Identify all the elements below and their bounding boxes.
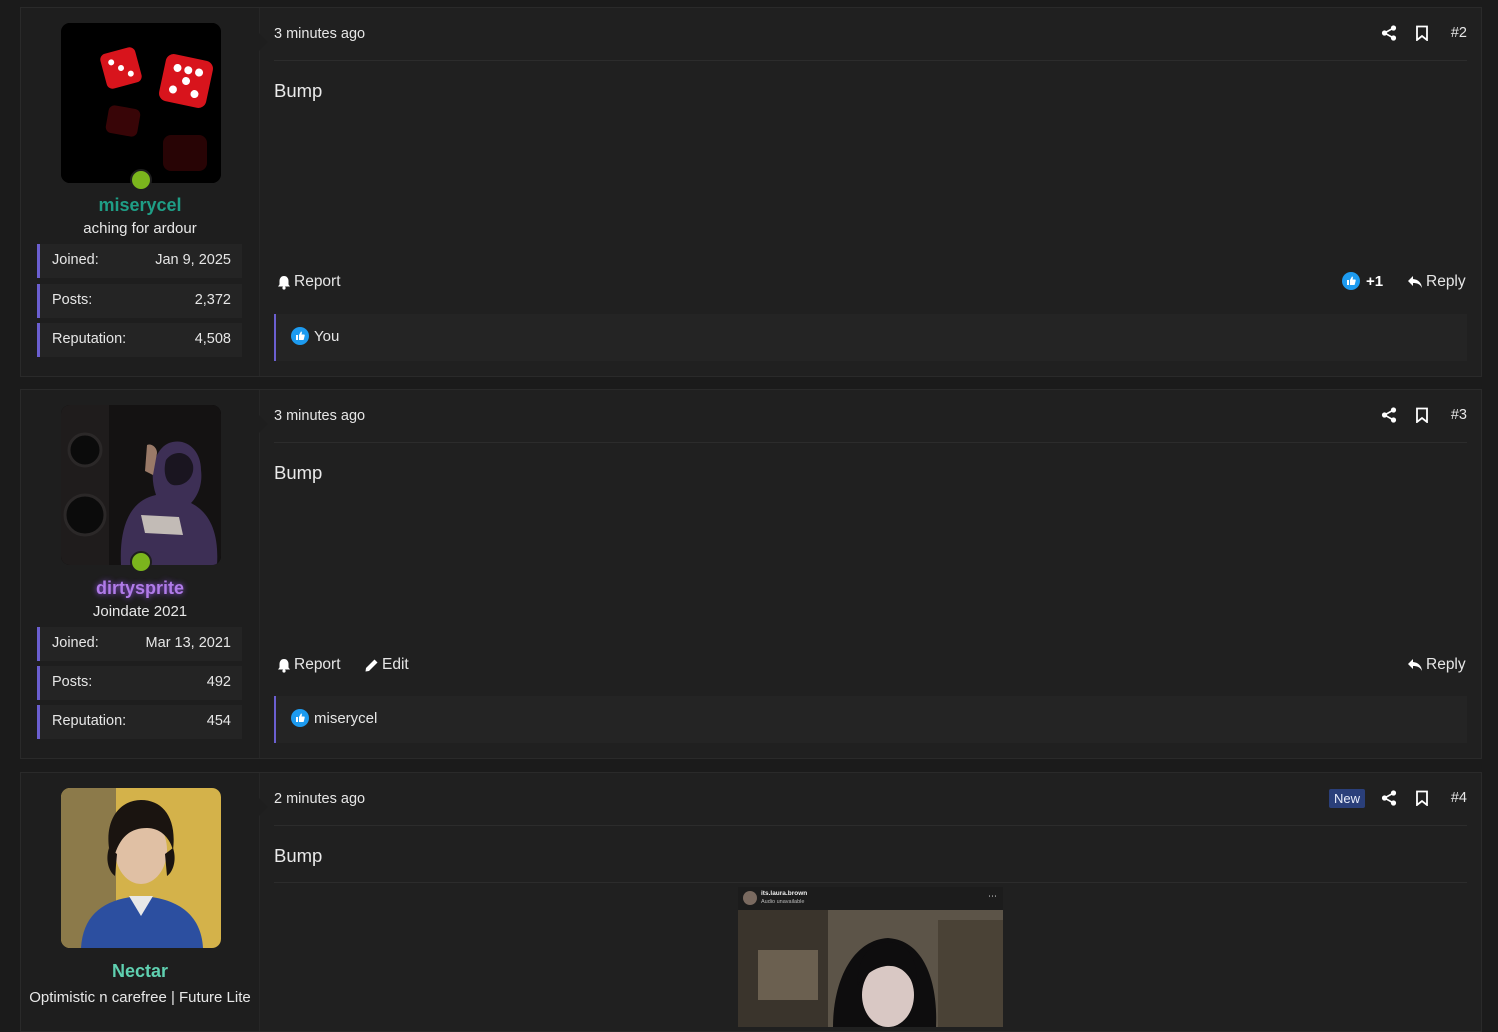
online-status-indicator bbox=[130, 551, 152, 573]
user-column: miserycel aching for ardour Joined: Jan … bbox=[21, 8, 268, 376]
stat-posts: Posts: 492 bbox=[37, 666, 242, 700]
reaction-count: +1 bbox=[1366, 272, 1384, 290]
image-photo bbox=[738, 910, 1003, 1027]
stat-joined: Joined: Jan 9, 2025 bbox=[37, 244, 242, 278]
likes-by-text[interactable]: You bbox=[314, 328, 339, 345]
reply-button[interactable]: Reply bbox=[1407, 656, 1466, 674]
post-number[interactable]: #4 bbox=[1451, 790, 1467, 806]
stat-label: Reputation: bbox=[52, 331, 127, 347]
image-subtitle: Audio unavailable bbox=[761, 899, 805, 905]
user-column: dirtysprite Joindate 2021 Joined: Mar 13… bbox=[21, 390, 268, 758]
post-2: miserycel aching for ardour Joined: Jan … bbox=[20, 7, 1482, 377]
stat-value: 454 bbox=[206, 713, 231, 729]
stat-label: Reputation: bbox=[52, 713, 127, 729]
stat-label: Joined: bbox=[52, 252, 99, 268]
user-title: Joindate 2021 bbox=[92, 603, 188, 620]
reply-icon bbox=[1408, 659, 1422, 671]
edit-button[interactable]: Edit bbox=[364, 656, 409, 674]
stat-joined: Joined: Mar 13, 2021 bbox=[37, 627, 242, 661]
post-time[interactable]: 3 minutes ago bbox=[274, 408, 365, 424]
image-avatar-icon bbox=[743, 891, 757, 905]
post-body: Bump bbox=[274, 845, 323, 866]
likes-list: miserycel bbox=[274, 696, 1467, 743]
report-label: Report bbox=[294, 656, 341, 673]
username[interactable]: Nectar bbox=[21, 961, 259, 982]
post-body: Bump bbox=[274, 80, 323, 101]
share-icon[interactable] bbox=[1381, 25, 1397, 41]
bell-icon bbox=[278, 275, 290, 290]
user-column: Nectar Optimistic n carefree | Future Li… bbox=[21, 773, 268, 1031]
report-button[interactable]: Report bbox=[277, 656, 341, 674]
report-button[interactable]: Report bbox=[277, 273, 341, 291]
bell-icon bbox=[278, 658, 290, 673]
like-reaction-icon bbox=[1342, 272, 1360, 290]
post-4: Nectar Optimistic n carefree | Future Li… bbox=[20, 772, 1482, 1032]
post-time[interactable]: 2 minutes ago bbox=[274, 791, 365, 807]
reaction-summary[interactable]: +1 bbox=[1342, 272, 1383, 290]
more-icon: ⋯ bbox=[988, 891, 997, 901]
share-icon[interactable] bbox=[1381, 407, 1397, 423]
avatar[interactable] bbox=[61, 23, 221, 183]
avatar[interactable] bbox=[61, 788, 221, 948]
online-status-indicator bbox=[130, 169, 152, 191]
stat-value: Mar 13, 2021 bbox=[145, 635, 231, 651]
username[interactable]: dirtysprite bbox=[21, 578, 259, 599]
stat-reputation: Reputation: 454 bbox=[37, 705, 242, 739]
post-body: Bump bbox=[274, 462, 323, 483]
image-account-name: its.laura.brown bbox=[761, 890, 808, 897]
like-reaction-icon bbox=[291, 327, 309, 345]
user-title: aching for ardour bbox=[83, 220, 197, 237]
reply-button[interactable]: Reply bbox=[1407, 273, 1466, 291]
edit-label: Edit bbox=[382, 656, 409, 673]
stat-posts: Posts: 2,372 bbox=[37, 284, 242, 318]
post-meta: 3 minutes ago #3 bbox=[274, 390, 1467, 443]
bookmark-icon[interactable] bbox=[1414, 407, 1430, 423]
likes-by-text[interactable]: miserycel bbox=[314, 710, 377, 727]
post-number[interactable]: #3 bbox=[1451, 407, 1467, 423]
stat-label: Joined: bbox=[52, 635, 99, 651]
stat-value: Jan 9, 2025 bbox=[155, 252, 231, 268]
stat-value: 492 bbox=[206, 674, 231, 690]
username[interactable]: miserycel bbox=[21, 195, 259, 216]
stat-reputation: Reputation: 4,508 bbox=[37, 323, 242, 357]
stat-label: Posts: bbox=[52, 292, 93, 308]
post-meta: 3 minutes ago #2 bbox=[274, 8, 1467, 61]
attached-image[interactable]: its.laura.brown Audio unavailable ⋯ bbox=[738, 887, 1003, 1027]
bookmark-icon[interactable] bbox=[1414, 790, 1430, 806]
reply-label: Reply bbox=[1426, 656, 1466, 673]
stat-value: 4,508 bbox=[194, 331, 231, 347]
image-header: its.laura.brown Audio unavailable ⋯ bbox=[738, 887, 1003, 910]
bookmark-icon[interactable] bbox=[1414, 25, 1430, 41]
likes-list: You bbox=[274, 314, 1467, 361]
post-3: dirtysprite Joindate 2021 Joined: Mar 13… bbox=[20, 389, 1482, 759]
avatar[interactable] bbox=[61, 405, 221, 565]
stat-value: 2,372 bbox=[194, 292, 231, 308]
post-meta: 2 minutes ago New #4 bbox=[274, 773, 1467, 826]
divider bbox=[274, 882, 1467, 883]
reply-label: Reply bbox=[1426, 273, 1466, 290]
reply-icon bbox=[1408, 276, 1422, 288]
post-time[interactable]: 3 minutes ago bbox=[274, 26, 365, 42]
post-number[interactable]: #2 bbox=[1451, 25, 1467, 41]
report-label: Report bbox=[294, 273, 341, 290]
new-badge: New bbox=[1328, 789, 1365, 808]
like-reaction-icon bbox=[291, 709, 309, 727]
share-icon[interactable] bbox=[1381, 790, 1397, 806]
stat-label: Posts: bbox=[52, 674, 93, 690]
pencil-icon bbox=[365, 659, 378, 671]
user-title: Optimistic n carefree | Future Lite bbox=[29, 989, 251, 1006]
